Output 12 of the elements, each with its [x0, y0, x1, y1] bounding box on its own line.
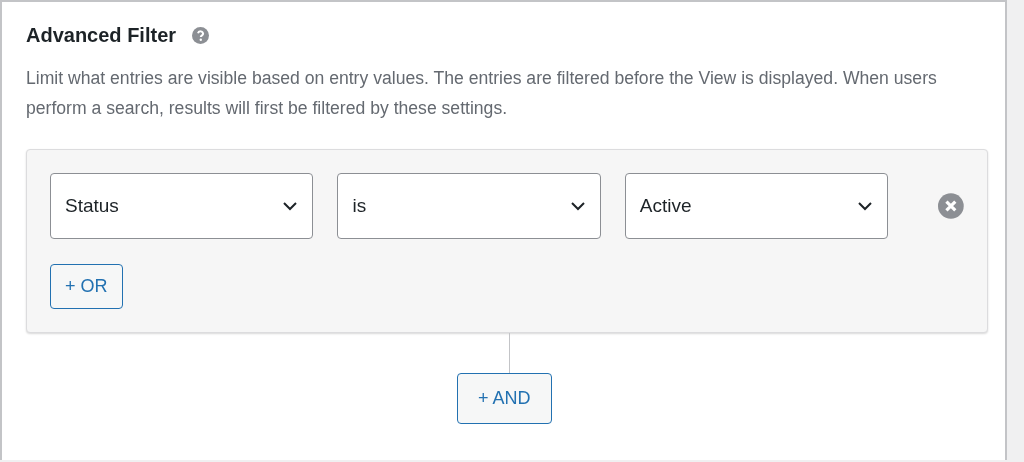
operator-select[interactable]: is	[337, 173, 601, 239]
chevron-down-icon	[857, 201, 874, 211]
section-title: Advanced Filter	[26, 24, 177, 47]
or-button[interactable]: + OR	[50, 264, 123, 309]
help-icon[interactable]	[192, 27, 210, 44]
section-description: Limit what entries are visible based on entry values. The entries are filtered before the View is displayed. When users perform a search, results will first be filtered by these settings.	[26, 67, 938, 120]
chevron-down-icon	[569, 201, 586, 211]
and-button[interactable]: + AND	[457, 373, 552, 424]
chevron-down-icon	[282, 201, 299, 211]
remove-icon[interactable]	[938, 193, 964, 219]
value-select[interactable]: Active	[624, 173, 889, 239]
field-select[interactable]: Status	[50, 173, 314, 239]
